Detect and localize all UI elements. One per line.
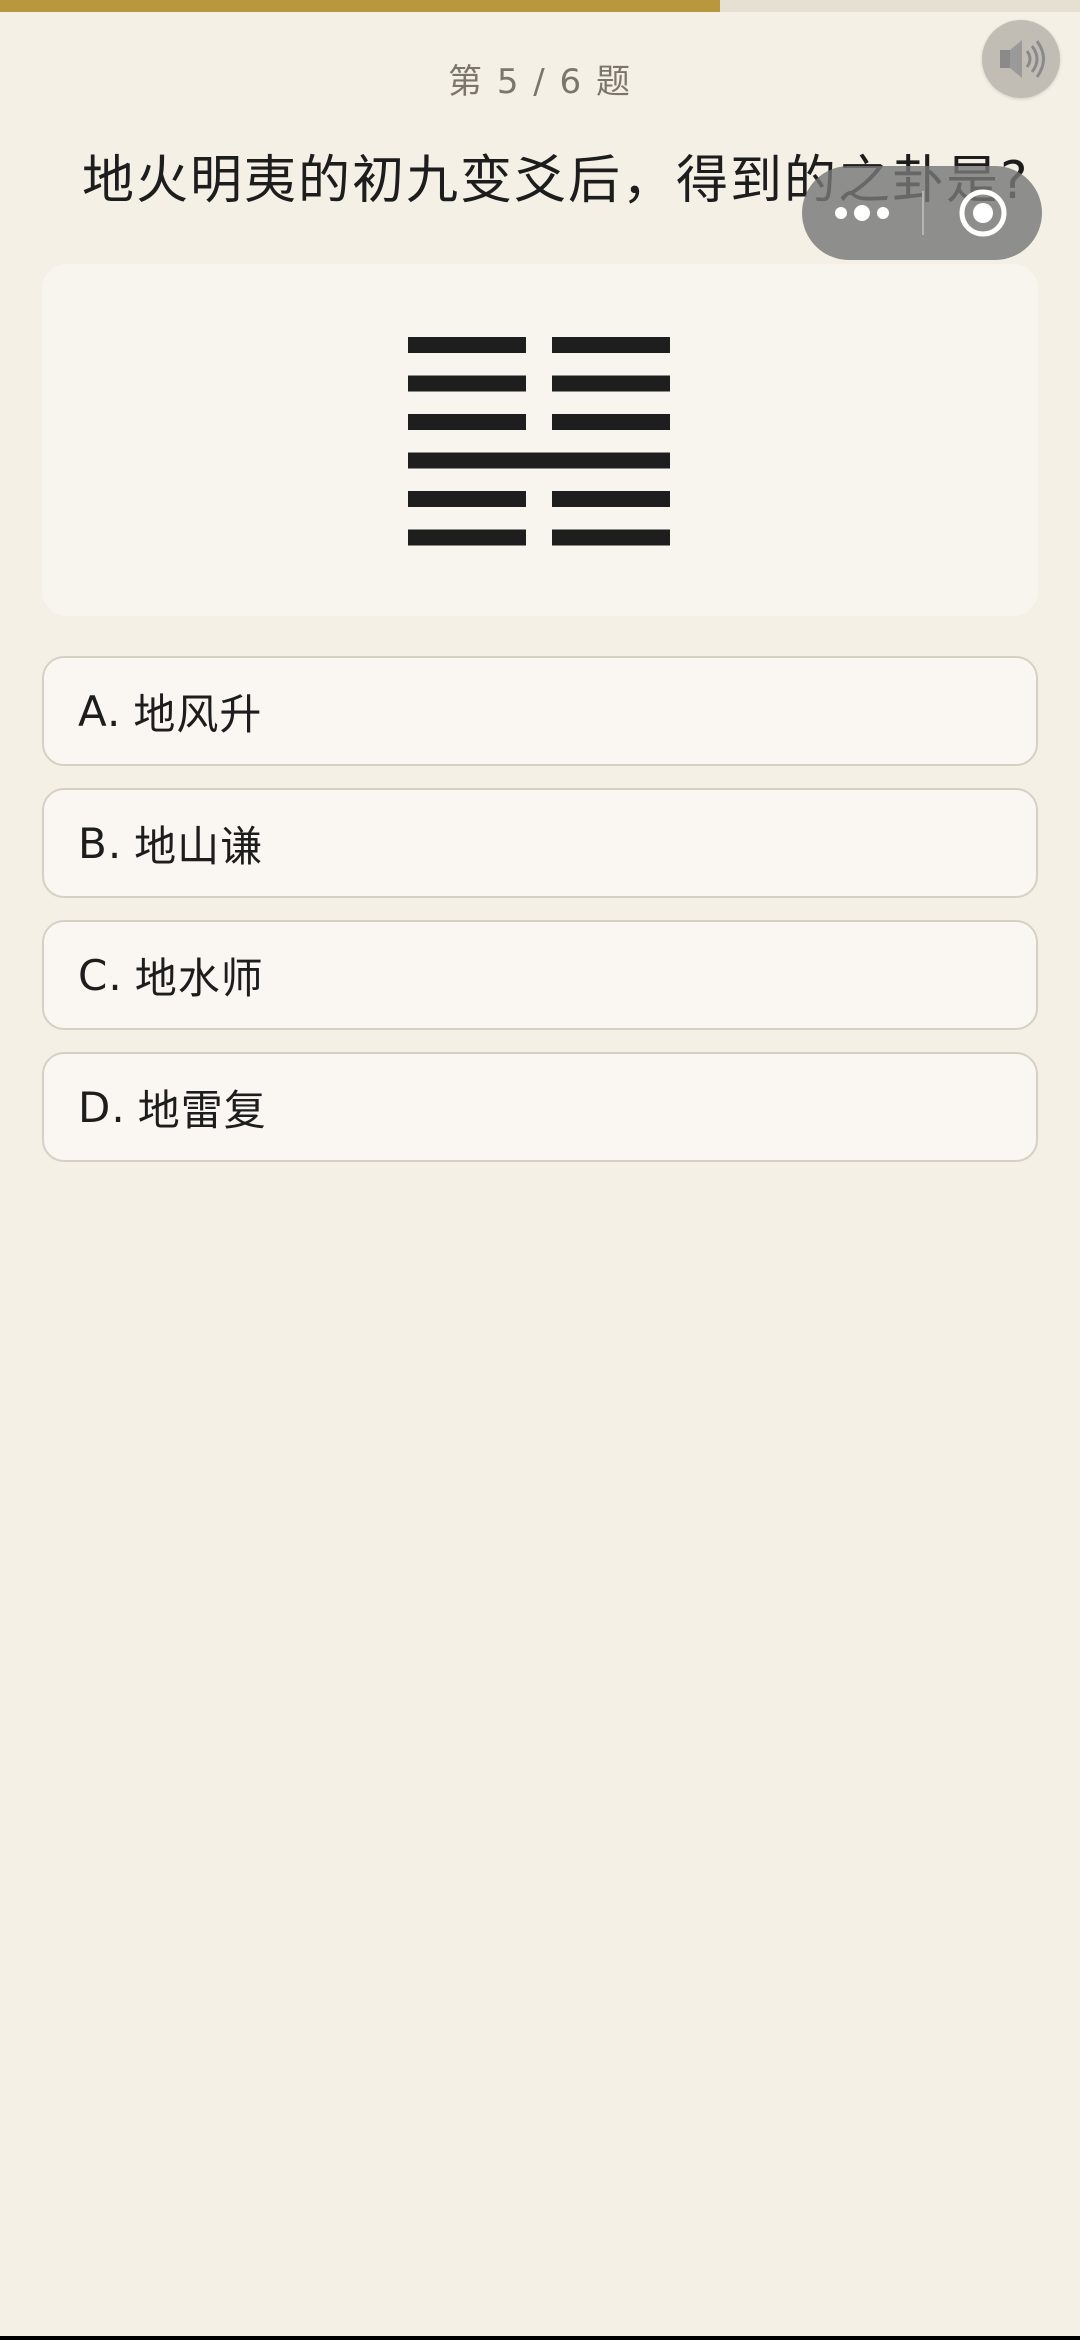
- option-letter: D.: [78, 1082, 126, 1132]
- hexagram-card: [42, 264, 1038, 616]
- target-circle-icon: [959, 189, 1007, 237]
- option-letter: A.: [78, 686, 122, 736]
- miniprogram-capsule: [802, 166, 1042, 260]
- hexagram-line-6-right: [552, 529, 670, 546]
- hexagram-line-4-solid: [408, 452, 670, 469]
- option-a[interactable]: A. 地风升: [42, 656, 1038, 766]
- progress-bar: [0, 0, 1080, 12]
- question-counter: 第 5 / 6 题: [448, 62, 632, 102]
- hexagram-line-5-right: [552, 491, 670, 507]
- close-miniprogram-button[interactable]: [924, 166, 1042, 260]
- progress-fill: [0, 0, 720, 12]
- hexagram-line-6-left: [408, 529, 526, 546]
- hexagram-line-1-right: [552, 337, 670, 353]
- quiz-page: 第 5 / 6 题 地火明夷的初九变爻后，得到的之卦是? A. 地风升 B. 地…: [0, 0, 1080, 2340]
- option-text: 地水师: [134, 953, 264, 1003]
- hexagram-line-2-right: [552, 375, 670, 392]
- option-text: 地山谦: [134, 821, 264, 871]
- option-b[interactable]: B. 地山谦: [42, 788, 1038, 898]
- option-letter: B.: [78, 818, 123, 868]
- more-dots-icon: [835, 205, 889, 221]
- option-text: 地雷复: [137, 1085, 267, 1135]
- hexagram-line-5-left: [408, 491, 526, 507]
- option-c[interactable]: C. 地水师: [42, 920, 1038, 1030]
- more-button[interactable]: [802, 166, 922, 260]
- hexagram-line-3-right: [552, 414, 670, 430]
- hexagram-figure: [408, 337, 670, 546]
- option-text: 地风升: [133, 689, 263, 739]
- option-d[interactable]: D. 地雷复: [42, 1052, 1038, 1162]
- home-indicator-edge: [0, 2336, 1080, 2340]
- hexagram-line-2-left: [408, 375, 526, 392]
- hexagram-line-3-left: [408, 414, 526, 430]
- hexagram-line-1-left: [408, 337, 526, 353]
- option-letter: C.: [78, 950, 123, 1000]
